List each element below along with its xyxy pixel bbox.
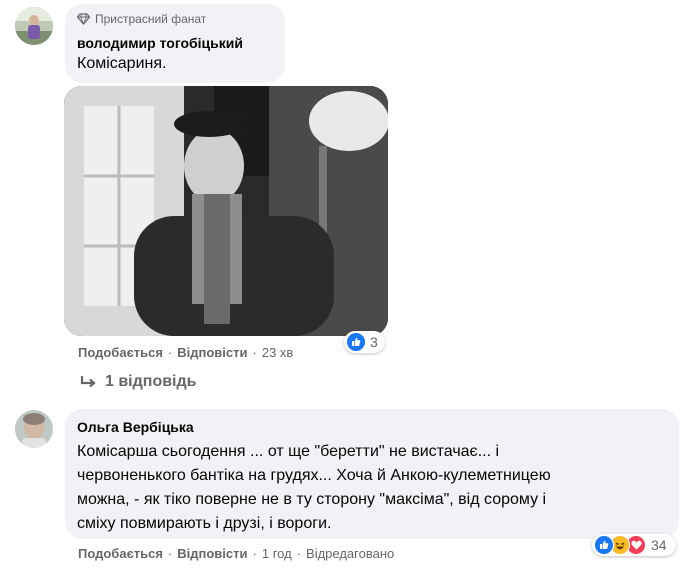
- top-fan-badge[interactable]: Пристрасний фанат: [77, 12, 206, 26]
- avatar-volodymyr[interactable]: [15, 7, 53, 45]
- separator-dot: ·: [252, 345, 257, 360]
- like-reaction-icon: [594, 535, 614, 555]
- avatar-photo: [15, 7, 53, 45]
- comment-author[interactable]: володимир тогобіцький: [77, 35, 243, 51]
- diamond-icon: [77, 13, 90, 25]
- timestamp[interactable]: 23 хв: [262, 345, 293, 360]
- reply-action[interactable]: Відповісти: [177, 546, 247, 561]
- edited-label[interactable]: Відредаговано: [306, 546, 394, 561]
- view-replies-link[interactable]: 1 відповідь: [80, 373, 197, 391]
- separator-dot: ·: [167, 546, 173, 561]
- badge-label: Пристрасний фанат: [95, 12, 207, 26]
- reaction-count: 34: [651, 537, 667, 553]
- comment-text: Комісариня.: [77, 55, 167, 72]
- reply-action[interactable]: Відповісти: [177, 345, 247, 360]
- comment-bubble-1: Пристрасний фанат володимир тогобіцький …: [65, 4, 285, 83]
- comment-author[interactable]: Ольга Вербіцька: [77, 419, 194, 435]
- comment-text-line: червоненького бантіка на грудях... Хоча …: [77, 467, 551, 484]
- comment-actions-2: Подобається · Відповісти · 1 год · Відре…: [78, 546, 394, 561]
- avatar-olga[interactable]: [15, 410, 53, 448]
- like-action[interactable]: Подобається: [78, 345, 163, 360]
- photo-image: [64, 86, 388, 336]
- reaction-summary-2[interactable]: 34: [592, 534, 676, 556]
- like-action[interactable]: Подобається: [78, 546, 163, 561]
- timestamp[interactable]: 1 год: [262, 546, 292, 561]
- avatar-photo: [15, 410, 53, 448]
- comment-text: Комісарша сьогодення ... от ще "беретти"…: [77, 440, 672, 536]
- replies-label: 1 відповідь: [105, 373, 197, 390]
- comment-text-line: сміху повмирають і друзі, і вороги.: [77, 515, 332, 532]
- separator-dot: ·: [252, 546, 257, 561]
- separator-dot: ·: [167, 345, 173, 360]
- separator-dot: ·: [296, 546, 302, 561]
- comment-attached-photo[interactable]: [64, 86, 388, 336]
- comment-text-line: Комісарша сьогодення ... от ще "беретти"…: [77, 443, 500, 460]
- comment-text-line: можна, - як тіко поверне не в ту сторону…: [77, 491, 547, 508]
- comment-bubble-2: Ольга Вербіцька Комісарша сьогодення ...…: [65, 409, 679, 539]
- like-reaction-icon: [346, 332, 366, 352]
- reply-arrow-icon: [80, 375, 96, 387]
- reaction-summary-1[interactable]: 3: [344, 331, 385, 353]
- comment-actions-1: Подобається · Відповісти · 23 хв: [78, 345, 293, 360]
- reaction-count: 3: [370, 334, 378, 350]
